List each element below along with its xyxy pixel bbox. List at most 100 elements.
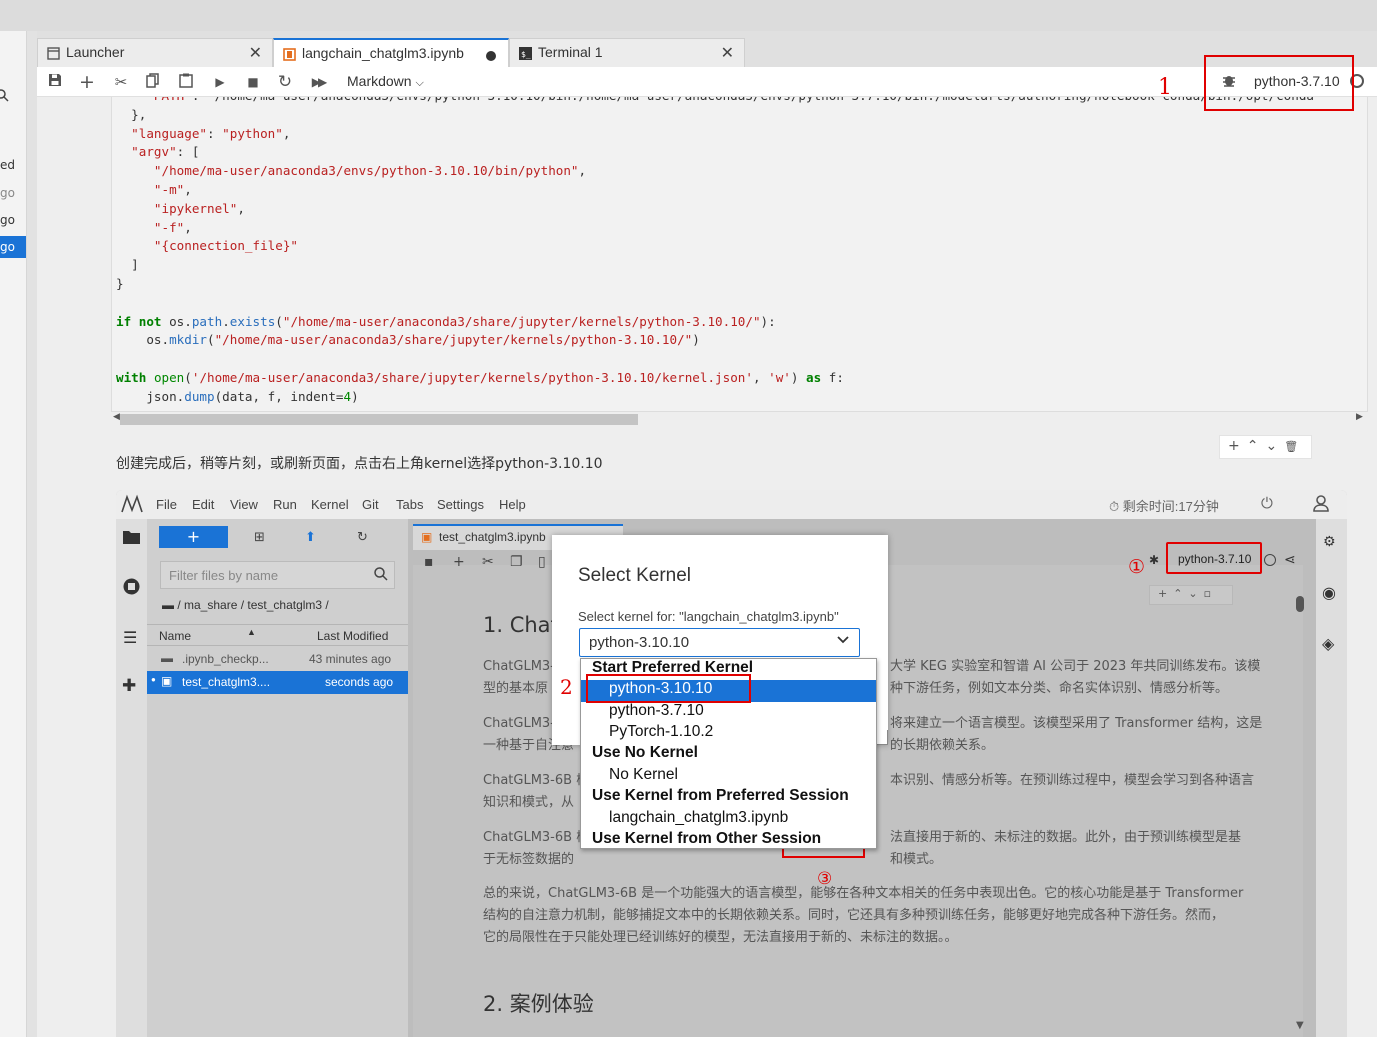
option-pytorch[interactable]: PyTorch-1.10.2 <box>609 723 713 741</box>
breadcrumb[interactable]: ▬ / ma_share / test_chatglm3 / <box>162 598 329 612</box>
panel-divider <box>27 31 37 1037</box>
database-icon[interactable]: ◈ <box>1322 634 1334 653</box>
annotation-number-2: 2 <box>560 675 573 699</box>
left-panel-item[interactable]: go <box>0 209 26 231</box>
add-cell-icon[interactable]: + <box>78 73 96 92</box>
bug-icon[interactable]: ✱ <box>1149 553 1159 567</box>
heading-2: 2. 案例体验 <box>483 992 594 1016</box>
cell-controls[interactable]: +⌃⌄🗑 <box>1219 435 1312 459</box>
dialog-label: Select kernel for: "langchain_chatglm3.i… <box>578 609 839 624</box>
save-icon[interactable] <box>46 73 64 91</box>
code-line: }, <box>131 106 147 122</box>
paragraph-text: ChatGLM3- <box>483 659 555 674</box>
file-row-selected[interactable]: ● ▣ test_chatglm3.... seconds ago <box>147 671 408 694</box>
code-line: "ipykernel", <box>153 200 245 216</box>
menu-run[interactable]: Run <box>273 497 297 512</box>
menu-help[interactable]: Help <box>499 497 526 512</box>
power-icon[interactable]: ⏻ <box>1261 495 1273 512</box>
extension-icon[interactable]: ✚ <box>122 676 136 696</box>
option-no-kernel[interactable]: No Kernel <box>609 766 678 784</box>
embedded-cell-controls[interactable]: +⌃⌄▫ <box>1149 585 1233 605</box>
breadcrumb-text: / ma_share / test_chatglm3 / <box>177 598 329 612</box>
settings-icon[interactable]: ⚙ <box>1323 534 1336 550</box>
cut-icon[interactable]: ✂ <box>112 73 130 91</box>
option-session[interactable]: langchain_chatglm3.ipynb <box>609 809 788 827</box>
code-line: "language": "python", <box>131 125 291 141</box>
scrollbar-thumb[interactable] <box>1296 596 1304 612</box>
paragraph-text: 型的基本原 <box>483 681 549 696</box>
user-icon[interactable] <box>1312 494 1330 512</box>
file-row[interactable]: ▬ .ipynb_checkp... 43 minutes ago <box>147 648 408 671</box>
refresh-icon[interactable]: ↻ <box>357 530 368 545</box>
heading-1: 1. Chat <box>483 613 559 637</box>
code-content: "PATH": "/home/ma-user/anaconda3/envs/py… <box>112 97 1367 407</box>
paragraph-text: 法直接用于新的、未标注的数据。此外，由于预训练模型是基 <box>890 830 1242 845</box>
menu-file[interactable]: File <box>156 497 177 512</box>
sort-icon[interactable]: ▲ <box>247 627 256 637</box>
folder-icon[interactable] <box>123 530 140 544</box>
code-cell[interactable]: "PATH": "/home/ma-user/anaconda3/envs/py… <box>111 97 1368 412</box>
add-icon[interactable]: + <box>1228 438 1247 454</box>
close-icon[interactable]: ✕ <box>721 43 734 63</box>
save-icon[interactable]: ▪ <box>424 554 434 570</box>
restart-icon[interactable]: ↻ <box>276 73 294 91</box>
code-line: "/home/ma-user/anaconda3/envs/python-3.1… <box>153 163 587 179</box>
running-icon[interactable] <box>122 577 141 596</box>
notebook-toolbar: + ✂ ▶ ■ ↻ ▶▶ Markdown ⌵ python-3.7.10 <box>37 67 1377 97</box>
toc-icon[interactable]: ☰ <box>123 628 137 647</box>
unsaved-dot-icon[interactable] <box>486 51 496 61</box>
new-folder-icon[interactable]: ⊞ <box>254 530 265 545</box>
cut-icon[interactable]: ✂ <box>482 554 494 570</box>
delete-icon[interactable]: 🗑 <box>1284 440 1305 453</box>
new-launcher-button[interactable]: + <box>159 526 228 548</box>
cell-type-select[interactable]: Markdown ⌵ <box>347 73 424 90</box>
run-all-icon[interactable]: ▶▶ <box>309 73 327 91</box>
tab-notebook[interactable]: langchain_chatglm3.ipynb <box>273 38 509 68</box>
kernel-select[interactable]: python-3.10.10 <box>579 628 860 657</box>
column-modified[interactable]: Last Modified <box>317 629 388 643</box>
option-python-3.7.10[interactable]: python-3.7.10 <box>609 702 704 720</box>
folder-icon: ▬ <box>162 598 174 612</box>
share-icon[interactable]: ⋖ <box>1284 552 1296 568</box>
column-name[interactable]: Name <box>159 629 191 643</box>
scroll-right-icon[interactable]: ▶ <box>1356 412 1363 422</box>
menu-git[interactable]: Git <box>362 497 379 512</box>
tab-label: langchain_chatglm3.ipynb <box>302 45 464 61</box>
paste-icon[interactable]: ▯ <box>538 554 546 570</box>
stop-icon[interactable]: ■ <box>244 73 262 91</box>
tab-launcher[interactable]: Launcher ✕ <box>37 38 273 67</box>
run-icon[interactable]: ▶ <box>211 73 229 91</box>
left-panel-item-selected[interactable]: go <box>0 236 26 258</box>
paste-icon[interactable] <box>177 73 195 91</box>
logo-icon <box>121 494 143 513</box>
notebook-icon: ▣ <box>421 530 433 544</box>
menu-settings[interactable]: Settings <box>437 497 484 512</box>
scrollbar-thumb[interactable] <box>120 414 638 425</box>
left-panel-item[interactable]: ed <box>0 154 26 176</box>
menu-edit[interactable]: Edit <box>192 497 214 512</box>
menu-view[interactable]: View <box>230 497 258 512</box>
search-icon[interactable] <box>0 89 10 103</box>
close-icon[interactable]: ✕ <box>249 43 262 63</box>
copy-icon[interactable] <box>144 73 162 91</box>
paragraph-text: 的长期依赖关系。 <box>890 738 995 753</box>
add-cell-icon[interactable]: + <box>453 554 465 570</box>
move-down-icon[interactable]: ⌄ <box>1265 438 1284 454</box>
move-up-icon[interactable]: ⌃ <box>1247 438 1266 454</box>
left-panel-item[interactable]: go <box>0 182 26 204</box>
upload-icon[interactable]: ⬆ <box>305 530 316 545</box>
embedded-kernel-name[interactable]: python-3.7.10 <box>1166 542 1262 574</box>
paragraph-text: ChatGLM3-6B 模 <box>483 830 590 845</box>
embedded-left-sidebar: ☰ ✚ <box>116 519 147 1037</box>
filter-input[interactable]: Filter files by name <box>160 561 395 589</box>
monitor-icon[interactable]: ◉ <box>1322 583 1336 602</box>
menu-kernel[interactable]: Kernel <box>311 497 349 512</box>
tab-terminal[interactable]: $_ Terminal 1 ✕ <box>509 38 745 67</box>
tab-bar: Launcher ✕ langchain_chatglm3.ipynb $_ T… <box>37 31 1377 68</box>
scroll-left-icon[interactable]: ◀ <box>113 412 120 422</box>
scroll-down-icon[interactable]: ▼ <box>1296 1020 1304 1031</box>
menu-tabs[interactable]: Tabs <box>396 497 423 512</box>
copy-icon[interactable]: ❐ <box>510 554 523 570</box>
paragraph-text: 和模式。 <box>890 852 943 867</box>
code-line: with open('/home/ma-user/anaconda3/share… <box>116 369 844 385</box>
